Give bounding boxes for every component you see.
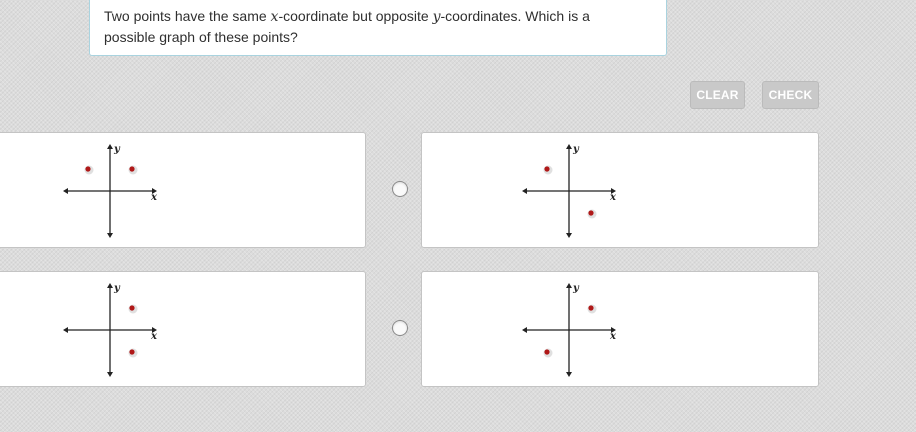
plotted-point bbox=[544, 349, 550, 355]
arrow-left-icon bbox=[63, 327, 68, 333]
arrow-left-icon bbox=[63, 188, 68, 194]
answer-choice-b[interactable]: xy bbox=[421, 132, 819, 248]
arrow-down-icon bbox=[107, 372, 113, 377]
radio-button-choice-b[interactable] bbox=[392, 181, 408, 197]
coordinate-graph-b: xy bbox=[522, 144, 617, 238]
y-axis-label: y bbox=[572, 144, 580, 155]
coordinate-graph-a: xy bbox=[63, 144, 158, 238]
clear-button[interactable]: CLEAR bbox=[690, 81, 745, 109]
coordinate-graph-d: xy bbox=[522, 283, 617, 377]
answer-choice-d[interactable]: xy bbox=[421, 271, 819, 387]
plotted-point bbox=[129, 349, 135, 355]
plotted-point bbox=[129, 305, 135, 311]
arrow-up-icon bbox=[107, 283, 113, 288]
question-text-part1: Two points have the same bbox=[104, 8, 271, 24]
plotted-point bbox=[544, 166, 550, 172]
x-axis-label: x bbox=[609, 331, 617, 342]
arrow-up-icon bbox=[566, 144, 572, 149]
question-box: Two points have the same x-coordinate bu… bbox=[89, 0, 667, 56]
arrow-up-icon bbox=[107, 144, 113, 149]
x-axis-label: x bbox=[150, 331, 158, 342]
x-axis-label: x bbox=[609, 192, 617, 203]
radio-button-choice-d[interactable] bbox=[392, 320, 408, 336]
check-button[interactable]: CHECK bbox=[762, 81, 819, 109]
plotted-point bbox=[588, 305, 594, 311]
plotted-point bbox=[588, 210, 594, 216]
x-axis-label: x bbox=[150, 192, 158, 203]
question-text-part2: -coordinate but opposite bbox=[278, 8, 433, 24]
answer-choice-c[interactable]: xy bbox=[0, 271, 366, 387]
arrow-down-icon bbox=[566, 233, 572, 238]
plotted-point bbox=[85, 166, 91, 172]
answer-choice-a[interactable]: xy bbox=[0, 132, 366, 248]
arrow-left-icon bbox=[522, 188, 527, 194]
y-axis-label: y bbox=[113, 144, 121, 155]
arrow-left-icon bbox=[522, 327, 527, 333]
y-axis-label: y bbox=[113, 283, 121, 294]
question-text: Two points have the same x-coordinate bu… bbox=[104, 6, 644, 47]
arrow-up-icon bbox=[566, 283, 572, 288]
arrow-down-icon bbox=[566, 372, 572, 377]
plotted-point bbox=[129, 166, 135, 172]
arrow-down-icon bbox=[107, 233, 113, 238]
y-axis-label: y bbox=[572, 283, 580, 294]
coordinate-graph-c: xy bbox=[63, 283, 158, 377]
